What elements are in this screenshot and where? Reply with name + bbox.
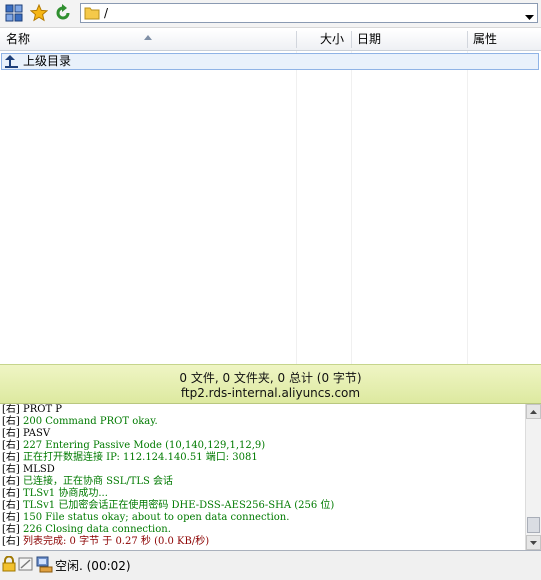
- log-line-text: 150 File status okay; about to open data…: [23, 512, 290, 523]
- file-list-header: 名称 大小 日期 属性: [0, 29, 541, 51]
- log-line-text: PROT P: [23, 404, 63, 415]
- log-line-tag: [右]: [2, 452, 20, 463]
- toolbar: /: [0, 0, 541, 28]
- transfer-mode-icon: [18, 556, 34, 575]
- column-date-header[interactable]: 日期: [357, 29, 381, 50]
- log-line-text: PASV: [23, 428, 51, 439]
- grid-line: [351, 51, 352, 364]
- log-line: [右] PROT P: [2, 404, 522, 416]
- log-line-text: TLSv1 已加密会话正在使用密码 DHE-DSS-AES256-SHA (25…: [23, 500, 335, 511]
- directory-summary: 0 文件, 0 文件夹, 0 总计 (0 字节) ftp2.rds-intern…: [0, 364, 541, 404]
- path-input[interactable]: /: [80, 3, 538, 23]
- server-hostname: ftp2.rds-internal.aliyuncs.com: [180, 386, 361, 400]
- log-line: [右] TLSv1 协商成功...: [2, 488, 522, 500]
- scroll-up-button[interactable]: [526, 404, 541, 419]
- log-line-text: 226 Closing data connection.: [23, 524, 171, 535]
- log-line-tag: [右]: [2, 464, 20, 475]
- log-line: [右] 227 Entering Passive Mode (10,140,12…: [2, 440, 522, 452]
- log-line-tag: [右]: [2, 488, 20, 499]
- log-line-text: MLSD: [23, 464, 55, 475]
- log-line-tag: [右]: [2, 524, 20, 535]
- file-count-summary: 0 文件, 0 文件夹, 0 总计 (0 字节): [179, 371, 362, 385]
- log-line: [右] TLSv1 已加密会话正在使用密码 DHE-DSS-AES256-SHA…: [2, 500, 522, 512]
- column-divider[interactable]: [296, 31, 297, 48]
- file-list[interactable]: 上级目录: [0, 51, 541, 364]
- server-status-icon: [36, 556, 53, 576]
- column-divider[interactable]: [351, 31, 352, 48]
- log-line: [右] 列表完成: 0 字节 于 0.27 秒 (0.0 KB/秒): [2, 536, 522, 548]
- site-manager-icon[interactable]: [4, 3, 24, 23]
- log-scrollbar[interactable]: [525, 404, 541, 550]
- column-size-header[interactable]: 大小: [320, 29, 344, 50]
- log-line: [右] 正在打开数据连接 IP: 112.124.140.51 端口: 3081: [2, 452, 522, 464]
- log-line-text: 227 Entering Passive Mode (10,140,129,1,…: [23, 440, 266, 451]
- up-folder-icon: [4, 55, 19, 71]
- log-line-tag: [右]: [2, 416, 20, 427]
- log-line-text: 列表完成: 0 字节 于 0.27 秒 (0.0 KB/秒): [23, 536, 210, 547]
- status-text: 空闲. (00:02): [55, 559, 131, 573]
- log-line-text: 正在打开数据连接 IP: 112.124.140.51 端口: 3081: [23, 452, 258, 463]
- log-line: [右] PASV: [2, 428, 522, 440]
- log-line: [右] 200 Command PROT okay.: [2, 416, 522, 428]
- log-line-tag: [右]: [2, 500, 20, 511]
- sort-ascending-icon: [144, 29, 152, 43]
- column-attributes-header[interactable]: 属性: [473, 29, 497, 50]
- grid-line: [467, 51, 468, 364]
- log-line: [右] 226 Closing data connection.: [2, 524, 522, 536]
- connection-log[interactable]: [右] PROT P [右] 200 Command PROT okay. [右] …: [0, 404, 541, 551]
- log-line-tag: [右]: [2, 512, 20, 523]
- parent-directory-label: 上级目录: [23, 54, 72, 68]
- column-name-header[interactable]: 名称: [6, 29, 30, 50]
- dropdown-arrow-icon[interactable]: [525, 10, 534, 24]
- log-line-tag: [右]: [2, 536, 20, 547]
- grid-line: [296, 51, 297, 364]
- log-line-tag: [右]: [2, 440, 20, 451]
- column-divider[interactable]: [467, 31, 468, 48]
- refresh-icon[interactable]: [53, 3, 73, 23]
- log-line-tag: [右]: [2, 428, 20, 439]
- path-text: /: [104, 6, 109, 20]
- log-line-tag: [右]: [2, 404, 20, 415]
- log-line-text: 200 Command PROT okay.: [23, 416, 158, 427]
- log-line-tag: [右]: [2, 476, 20, 487]
- log-line: [右] 150 File status okay; about to open …: [2, 512, 522, 524]
- log-lines: [右] PROT P [右] 200 Command PROT okay. [右] …: [2, 404, 522, 548]
- log-line: [右] 已连接，正在协商 SSL/TLS 会话: [2, 476, 522, 488]
- scroll-down-button[interactable]: [526, 535, 541, 550]
- scroll-thumb[interactable]: [527, 517, 540, 533]
- log-line: [右] MLSD: [2, 464, 522, 476]
- log-line-text: TLSv1 协商成功...: [23, 488, 108, 499]
- lock-icon: [2, 555, 16, 575]
- log-line-text: 已连接，正在协商 SSL/TLS 会话: [23, 476, 174, 487]
- parent-directory-row[interactable]: 上级目录: [1, 53, 539, 70]
- status-bar: 空闲. (00:02): [0, 551, 541, 580]
- favorites-star-icon[interactable]: [29, 3, 49, 23]
- folder-icon: [84, 6, 100, 23]
